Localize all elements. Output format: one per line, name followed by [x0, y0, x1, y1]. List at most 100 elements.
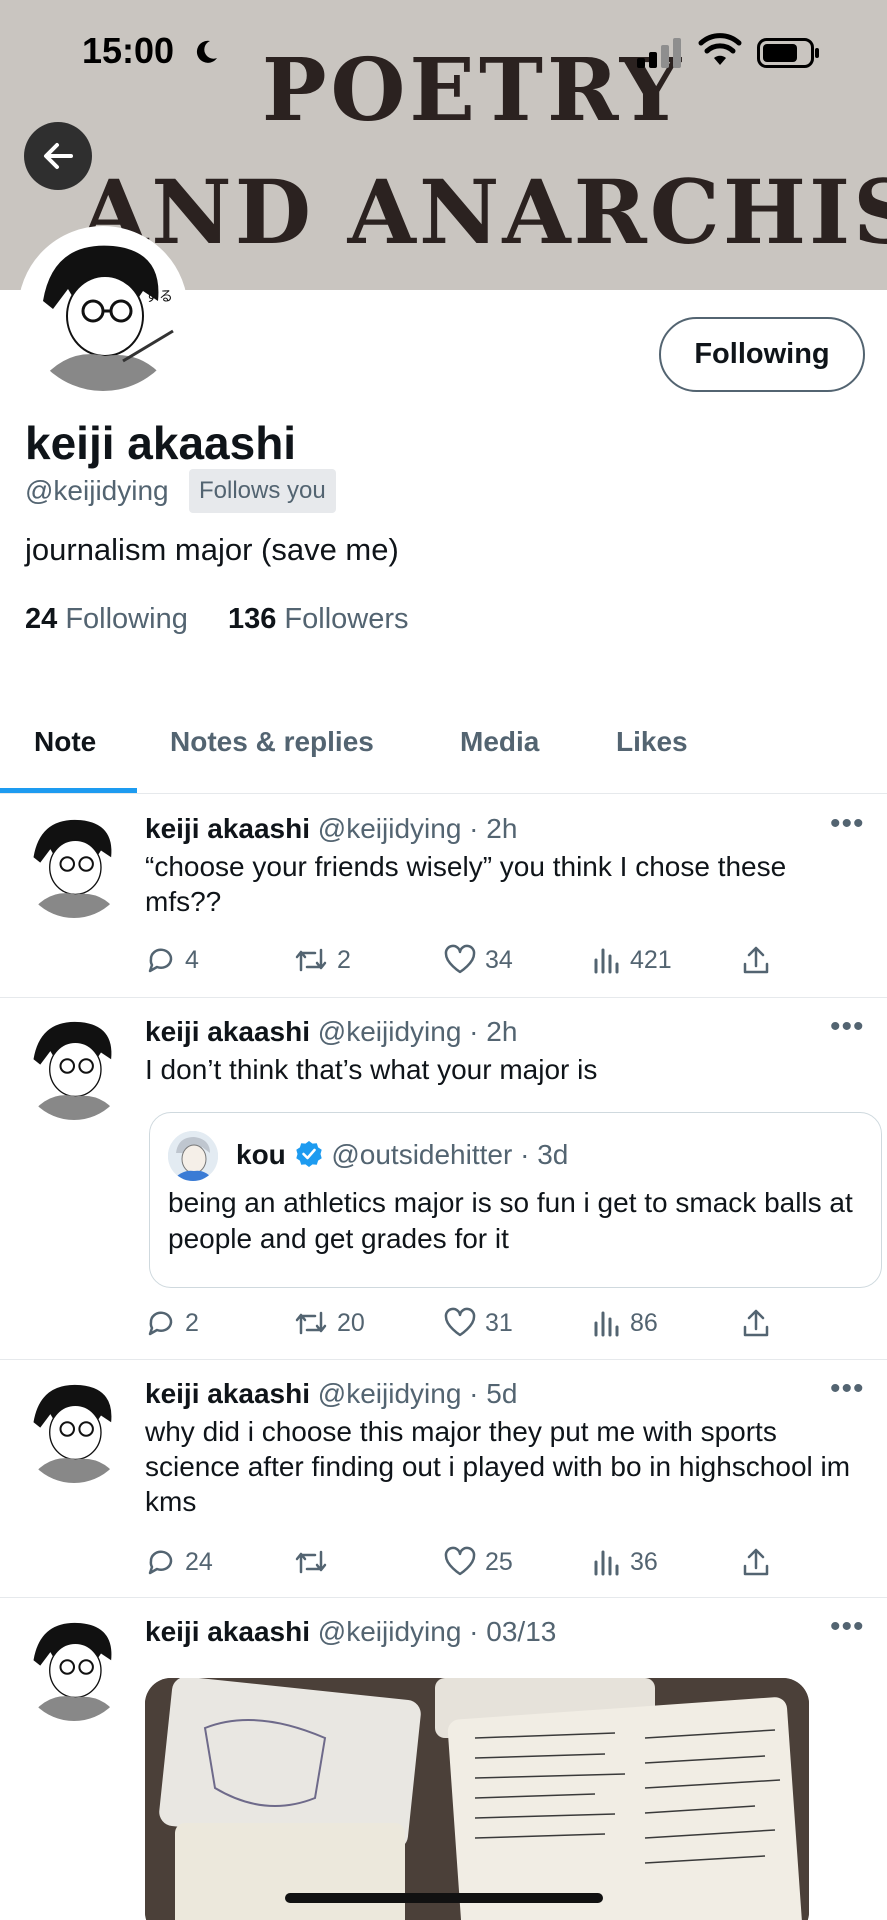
post-author-name[interactable]: keiji akaashi — [145, 1616, 310, 1647]
like-button[interactable]: 25 — [443, 1546, 513, 1578]
followers-stat[interactable]: 136 Followers — [228, 603, 409, 635]
more-icon[interactable]: ••• — [830, 807, 865, 841]
quoted-post[interactable]: kou @outsidehitter · 3d being an athleti… — [149, 1112, 882, 1288]
repost-button[interactable] — [293, 1546, 337, 1578]
profile-handle: @keijidying — [25, 475, 169, 506]
views-count: 421 — [630, 945, 672, 974]
followers-label: Followers — [284, 603, 409, 635]
repost-count: 20 — [337, 1308, 365, 1337]
like-icon — [444, 1307, 476, 1337]
more-icon[interactable]: ••• — [830, 1010, 865, 1044]
following-stat[interactable]: 24 Following — [25, 603, 188, 635]
svg-text:ずる: ずる — [145, 289, 173, 305]
quoted-header: kou @outsidehitter · 3d — [236, 1139, 568, 1171]
share-button[interactable] — [740, 944, 772, 976]
avatar-illustration — [20, 1613, 128, 1721]
tab-likes[interactable]: Likes — [616, 726, 688, 758]
profile-stats: 24 Following 136 Followers — [25, 603, 409, 636]
views-button[interactable]: 86 — [592, 1307, 658, 1339]
avatar-illustration: ずる — [23, 231, 183, 391]
home-indicator[interactable] — [285, 1893, 603, 1903]
followers-count: 136 — [227, 603, 277, 635]
like-icon — [444, 944, 476, 974]
post-author-name[interactable]: keiji akaashi — [145, 1016, 310, 1047]
post-author-name[interactable]: keiji akaashi — [145, 813, 310, 844]
more-icon[interactable]: ••• — [830, 1372, 865, 1406]
views-count: 86 — [630, 1308, 658, 1337]
post[interactable]: keiji akaashi @keijidying · 2h ••• “choo… — [0, 795, 887, 998]
profile-bio: journalism major (save me) — [25, 532, 399, 567]
quoted-meta: @outsidehitter · 3d — [331, 1139, 569, 1170]
reply-count: 24 — [185, 1547, 213, 1576]
quoted-avatar[interactable] — [168, 1131, 218, 1181]
post-text: “choose your friends wisely” you think I… — [145, 851, 787, 917]
banner-text-line2: AND ANARCHISM — [80, 160, 887, 264]
post-text: I don’t think that’s what your major is — [145, 1054, 598, 1085]
post-header: keiji akaashi @keijidying · 2h — [145, 1016, 517, 1048]
like-count: 34 — [485, 945, 513, 974]
back-button[interactable] — [24, 122, 92, 190]
reply-button[interactable]: 4 — [145, 944, 199, 976]
reply-button[interactable]: 2 — [145, 1307, 199, 1339]
moon-icon — [196, 40, 217, 63]
post-actions: 2 20 31 86 — [145, 1307, 785, 1341]
active-tab-indicator — [0, 788, 137, 793]
tab-media[interactable]: Media — [460, 726, 539, 758]
views-button[interactable]: 36 — [592, 1546, 658, 1578]
post-meta: @keijidying · 2h — [317, 813, 518, 844]
repost-icon — [295, 948, 327, 972]
wifi-icon — [698, 33, 742, 65]
following-label: Following — [65, 603, 188, 635]
like-count: 31 — [485, 1308, 513, 1337]
profile-avatar[interactable]: ずる — [18, 226, 188, 396]
battery-icon — [757, 38, 819, 68]
following-button[interactable]: Following — [659, 317, 865, 392]
like-button[interactable]: 34 — [443, 944, 513, 976]
post-avatar[interactable] — [20, 1012, 128, 1120]
post-photo[interactable] — [145, 1678, 809, 1920]
reply-button[interactable]: 24 — [145, 1546, 213, 1578]
like-button[interactable]: 31 — [443, 1307, 513, 1339]
post-avatar[interactable] — [20, 1613, 128, 1721]
reply-count: 4 — [185, 945, 199, 974]
share-button[interactable] — [740, 1307, 772, 1339]
views-icon — [594, 1311, 619, 1337]
share-icon — [743, 1548, 769, 1576]
avatar-illustration — [20, 1375, 128, 1483]
post-header: keiji akaashi @keijidying · 5d — [145, 1378, 517, 1410]
post-meta: @keijidying · 2h — [317, 1016, 518, 1047]
post-meta: @keijidying · 5d — [317, 1378, 518, 1409]
repost-button[interactable]: 20 — [293, 1307, 365, 1339]
profile-name: keiji akaashi — [25, 417, 297, 469]
post[interactable]: keiji akaashi @keijidying · 5d ••• why d… — [0, 1360, 887, 1598]
quoted-text: being an athletics major is so fun i get… — [168, 1187, 853, 1254]
views-icon — [594, 948, 619, 974]
views-count: 36 — [630, 1547, 658, 1576]
tab-notes-replies[interactable]: Notes & replies — [170, 726, 374, 758]
repost-button[interactable]: 2 — [293, 944, 351, 976]
reply-count: 2 — [185, 1308, 199, 1337]
post-avatar[interactable] — [20, 1375, 128, 1483]
follows-you-badge: Follows you — [189, 469, 336, 513]
avatar-illustration — [168, 1131, 218, 1181]
like-icon — [444, 1546, 476, 1576]
reply-icon — [148, 1311, 173, 1336]
post-author-name[interactable]: keiji akaashi — [145, 1378, 310, 1409]
views-button[interactable]: 421 — [592, 944, 672, 976]
tab-note[interactable]: Note — [34, 726, 96, 758]
reply-icon — [148, 948, 173, 973]
quoted-author-name: kou — [236, 1139, 286, 1170]
share-button[interactable] — [740, 1546, 772, 1578]
post-avatar[interactable] — [20, 810, 128, 918]
post-header: keiji akaashi @keijidying · 03/13 — [145, 1616, 556, 1648]
status-bar: 15:00 — [0, 0, 887, 105]
notebooks-photo — [145, 1678, 809, 1920]
repost-count: 2 — [337, 945, 351, 974]
post-header: keiji akaashi @keijidying · 2h — [145, 813, 517, 845]
post-actions: 4 2 34 421 — [145, 944, 785, 978]
post[interactable]: keiji akaashi @keijidying · 2h ••• I don… — [0, 998, 887, 1360]
following-count: 24 — [25, 603, 58, 635]
verified-icon — [295, 1141, 322, 1167]
more-icon[interactable]: ••• — [830, 1610, 865, 1644]
profile-tabs: Note Notes & replies Media Likes — [0, 700, 887, 794]
